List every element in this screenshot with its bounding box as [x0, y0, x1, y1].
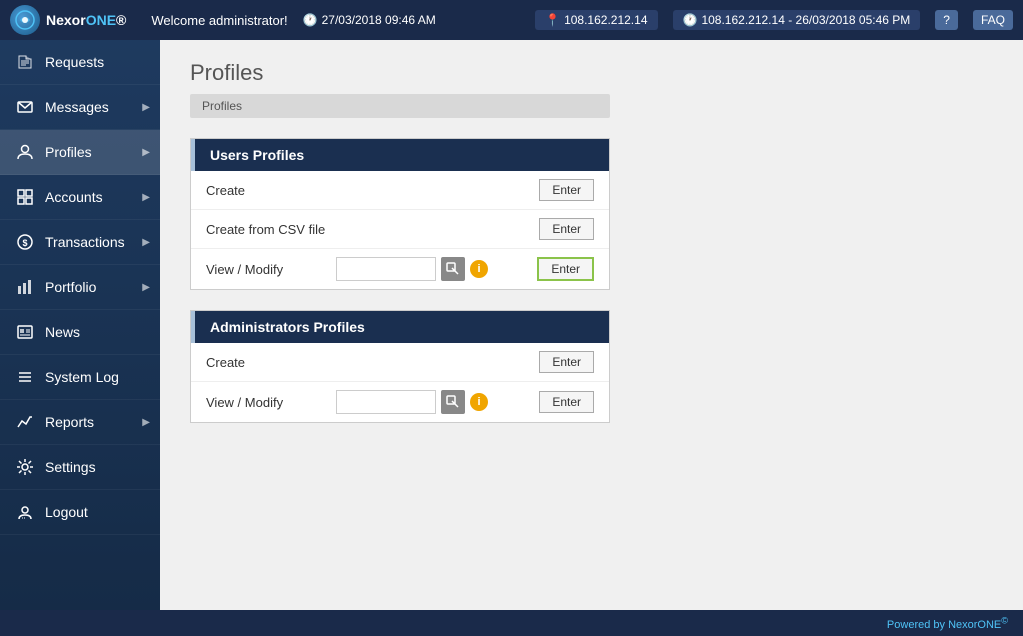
sidebar-item-news[interactable]: News [0, 310, 160, 355]
users-profiles-header: Users Profiles [191, 139, 609, 171]
arrow-icon-profiles: ▶ [142, 147, 150, 158]
admins-profiles-body: Create Enter View / Modify [191, 343, 609, 422]
arrow-icon-transactions: ▶ [142, 237, 150, 248]
sidebar-label-accounts: Accounts [45, 189, 103, 205]
accounts-icon [15, 187, 35, 207]
settings-icon [15, 457, 35, 477]
users-create-label: Create [206, 183, 326, 198]
sidebar-label-systemlog: System Log [45, 369, 119, 385]
header-session: 🕐 108.162.212.14 - 26/03/2018 05:46 PM [673, 10, 921, 30]
header-ip: 📍 108.162.212.14 [535, 10, 657, 30]
users-create-row: Create Enter [191, 171, 609, 210]
admins-profiles-header: Administrators Profiles [191, 311, 609, 343]
header-time: 🕐 27/03/2018 09:46 AM [303, 13, 436, 27]
sidebar-item-profiles[interactable]: Profiles ▶ [0, 130, 160, 175]
sidebar-label-logout: Logout [45, 504, 88, 520]
users-csv-label: Create from CSV file [206, 222, 326, 237]
sidebar-label-messages: Messages [45, 99, 109, 115]
requests-icon [15, 52, 35, 72]
admins-profiles-panel: Administrators Profiles Create Enter Vie… [190, 310, 610, 423]
sidebar: Requests Messages ▶ Profiles ▶ [0, 40, 160, 610]
users-viewmodify-label: View / Modify [206, 262, 326, 277]
sidebar-label-settings: Settings [45, 459, 96, 475]
admins-viewmodify-search-button[interactable] [441, 390, 465, 414]
arrow-icon-portfolio: ▶ [142, 282, 150, 293]
logo-icon [10, 5, 40, 35]
admins-viewmodify-input-area: i [336, 390, 529, 414]
svg-text:$: $ [22, 238, 27, 248]
reports-icon [15, 412, 35, 432]
footer: Powered by NexorONE© [0, 610, 1023, 636]
sidebar-item-requests[interactable]: Requests [0, 40, 160, 85]
breadcrumb: Profiles [190, 94, 610, 118]
systemlog-icon [15, 367, 35, 387]
help-button[interactable]: ? [935, 10, 958, 30]
portfolio-icon [15, 277, 35, 297]
admins-create-label: Create [206, 355, 326, 370]
sidebar-label-news: News [45, 324, 80, 340]
users-profiles-panel: Users Profiles Create Enter Create from … [190, 138, 610, 290]
sidebar-item-reports[interactable]: Reports ▶ [0, 400, 160, 445]
location-icon: 📍 [545, 13, 560, 27]
sidebar-label-reports: Reports [45, 414, 94, 430]
sidebar-label-portfolio: Portfolio [45, 279, 96, 295]
sidebar-label-profiles: Profiles [45, 144, 92, 160]
messages-icon [15, 97, 35, 117]
users-profiles-body: Create Enter Create from CSV file Enter … [191, 171, 609, 289]
admins-viewmodify-input[interactable] [336, 390, 436, 414]
logo-area: NexorONE® [10, 5, 126, 35]
arrow-icon: ▶ [142, 102, 150, 113]
users-csv-enter-button[interactable]: Enter [539, 218, 594, 240]
users-viewmodify-enter-button[interactable]: Enter [537, 257, 594, 281]
session-clock-icon: 🕐 [683, 13, 698, 27]
admins-viewmodify-enter-button[interactable]: Enter [539, 391, 594, 413]
sidebar-item-settings[interactable]: Settings [0, 445, 160, 490]
admins-create-row: Create Enter [191, 343, 609, 382]
arrow-icon-reports: ▶ [142, 417, 150, 428]
news-icon [15, 322, 35, 342]
sidebar-item-transactions[interactable]: $ Transactions ▶ [0, 220, 160, 265]
sidebar-item-accounts[interactable]: Accounts ▶ [0, 175, 160, 220]
clock-icon: 🕐 [303, 13, 318, 27]
welcome-text: Welcome administrator! [151, 13, 287, 28]
users-viewmodify-info-icon[interactable]: i [470, 260, 488, 278]
arrow-icon-accounts: ▶ [142, 192, 150, 203]
logo-text: NexorONE® [46, 12, 126, 28]
admins-viewmodify-info-icon[interactable]: i [470, 393, 488, 411]
footer-text: Powered by NexorONE© [887, 619, 1008, 631]
content-area: Profiles Profiles Users Profiles Create … [160, 40, 1023, 610]
users-create-enter-button[interactable]: Enter [539, 179, 594, 201]
page-title: Profiles [190, 60, 993, 86]
users-viewmodify-input-area: i [336, 257, 527, 281]
sidebar-item-logout[interactable]: Logout [0, 490, 160, 535]
admins-viewmodify-row: View / Modify i Enter [191, 382, 609, 422]
header: NexorONE® Welcome administrator! 🕐 27/03… [0, 0, 1023, 40]
sidebar-item-messages[interactable]: Messages ▶ [0, 85, 160, 130]
profiles-icon [15, 142, 35, 162]
admins-create-enter-button[interactable]: Enter [539, 351, 594, 373]
users-viewmodify-search-button[interactable] [441, 257, 465, 281]
users-csv-row: Create from CSV file Enter [191, 210, 609, 249]
users-viewmodify-input[interactable] [336, 257, 436, 281]
main-layout: Requests Messages ▶ Profiles ▶ [0, 40, 1023, 610]
sidebar-label-requests: Requests [45, 54, 104, 70]
admins-viewmodify-label: View / Modify [206, 395, 326, 410]
users-viewmodify-row: View / Modify i Enter [191, 249, 609, 289]
logout-icon [15, 502, 35, 522]
faq-button[interactable]: FAQ [973, 10, 1013, 30]
sidebar-item-portfolio[interactable]: Portfolio ▶ [0, 265, 160, 310]
transactions-icon: $ [15, 232, 35, 252]
sidebar-label-transactions: Transactions [45, 234, 125, 250]
sidebar-item-systemlog[interactable]: System Log [0, 355, 160, 400]
